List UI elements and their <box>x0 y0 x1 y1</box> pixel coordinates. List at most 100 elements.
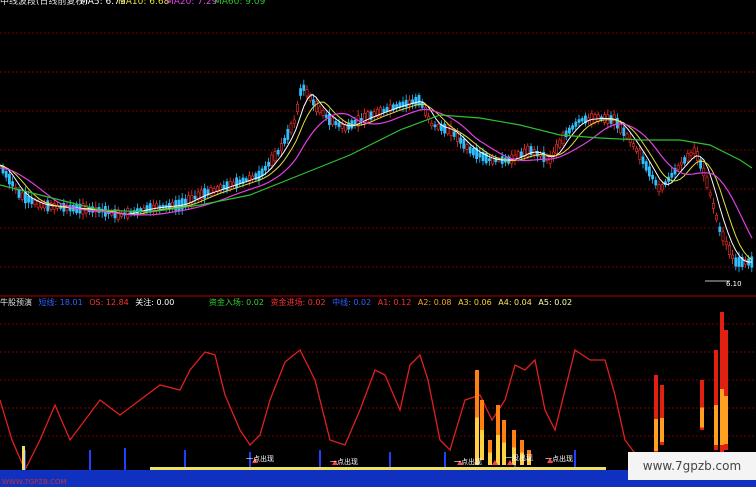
candle-body <box>286 128 290 140</box>
candle-body <box>727 245 731 255</box>
candle-body <box>705 176 709 188</box>
indicator-title: 牛股预演 <box>0 298 32 307</box>
candle-body <box>561 132 565 145</box>
candle-body <box>145 205 149 213</box>
candle-body <box>244 178 248 182</box>
candle-body <box>654 179 658 186</box>
candle-body <box>212 188 216 193</box>
indicator-a2: A2: 0.08 <box>417 298 452 307</box>
heat-bar-core <box>660 418 664 442</box>
candle-body <box>683 157 687 164</box>
heat-bar-core <box>720 389 724 445</box>
indicator-header: 牛股预演 短线: 18.01 OS: 12.84 关注: 0.00 资金入场: … <box>0 296 576 309</box>
candle-body <box>555 143 559 155</box>
candle-body <box>4 171 8 178</box>
candle-body <box>487 158 491 162</box>
candle-body <box>270 154 274 166</box>
low-price-label: 6.10 <box>726 280 742 288</box>
heat-bar-core <box>654 419 658 451</box>
stock-chart-window: 中线波段(日线前复权) MA5: 6.79 MA10: 6.68 MA20: 7… <box>0 0 756 487</box>
candle-body <box>580 118 584 122</box>
candle-body <box>11 181 15 187</box>
candle-body <box>468 146 472 154</box>
candle-body <box>23 192 27 204</box>
heat-bar-core <box>714 405 718 445</box>
candle-body <box>679 161 683 166</box>
candle-body <box>33 199 37 206</box>
candle-body <box>545 156 549 161</box>
ma10-value: MA10: 6.68 <box>118 0 170 7</box>
candle-body <box>331 117 335 126</box>
candle-body <box>148 203 152 213</box>
candle-body <box>20 192 24 200</box>
candle-body <box>292 119 296 124</box>
candle-body <box>260 168 264 176</box>
candle-body <box>315 101 319 113</box>
signal-label-5: 一点出现 <box>545 455 573 463</box>
candle-body <box>644 161 648 171</box>
volume-bar <box>89 450 91 470</box>
indicator-focus: 关注: 0.00 <box>135 298 175 307</box>
candle-body <box>670 172 674 178</box>
heat-bar-core <box>724 396 728 444</box>
candle-body <box>446 124 450 135</box>
candle-body <box>625 133 629 139</box>
ma20-value: MA20: 7.29 <box>166 0 218 7</box>
candle-body <box>692 147 696 154</box>
indicator-a3: A3: 0.06 <box>458 298 492 307</box>
candle-body <box>721 231 725 242</box>
candle-body <box>702 167 706 177</box>
candle-body <box>289 123 293 133</box>
candle-body <box>558 139 562 148</box>
indicator-a5: A5: 0.02 <box>538 298 573 307</box>
signal-label-2: 一点出现 <box>330 458 358 466</box>
candle-body <box>647 166 651 177</box>
candle-body <box>731 254 735 260</box>
candle-body <box>318 106 322 114</box>
candle-body <box>430 122 434 127</box>
candle-body <box>27 196 31 203</box>
candle-body <box>724 241 728 246</box>
price-chart[interactable] <box>0 0 756 487</box>
watermark-box: www.7gpzb.com <box>628 452 756 480</box>
signal-strip <box>150 467 606 470</box>
indicator-mid: 中线: 0.02 <box>332 298 372 307</box>
candle-body <box>343 124 347 132</box>
indicator-fund-in: 资金入场: 0.02 <box>208 298 264 307</box>
candle-body <box>238 179 242 184</box>
candle-body <box>279 143 283 152</box>
signal-bar <box>22 446 25 470</box>
ma60-value: MA60: 9.09 <box>214 0 266 7</box>
ma10-line <box>0 101 753 261</box>
candle-body <box>152 204 155 211</box>
candle-body <box>651 174 655 180</box>
candle-body <box>366 111 370 123</box>
ma20-line <box>0 108 753 239</box>
candle-body <box>235 177 239 189</box>
candle-body <box>187 195 191 207</box>
candle-body <box>590 113 594 125</box>
candle-body <box>273 151 277 162</box>
heat-bar-core <box>488 452 492 465</box>
chart-title: 中线波段(日线前复权) <box>0 0 89 7</box>
candle-body <box>334 121 338 126</box>
candle-body <box>340 124 344 129</box>
volume-bar <box>124 448 126 470</box>
candle-body <box>257 170 261 180</box>
candle-body <box>455 132 459 142</box>
candle-body <box>302 84 306 91</box>
candle-body <box>263 165 267 171</box>
watermark-small: WWW.7GPZB.COM <box>2 478 67 486</box>
candle-body <box>641 156 645 164</box>
candle-body <box>443 123 447 134</box>
candle-body <box>46 200 50 212</box>
signal-label-4: 一股出现 <box>505 454 533 462</box>
heat-bar-core <box>496 435 500 465</box>
ma60-line <box>0 114 753 213</box>
candle-body <box>519 151 523 158</box>
candle-body <box>571 125 575 130</box>
candle-body <box>433 124 437 128</box>
candle-body <box>327 113 331 126</box>
candle-body <box>686 153 690 162</box>
candle-body <box>251 175 255 180</box>
